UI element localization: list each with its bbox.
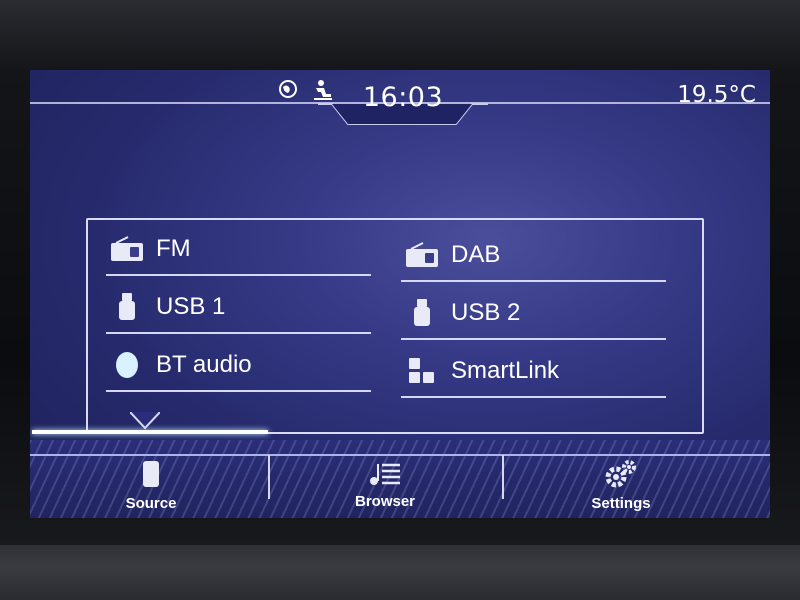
usb-icon	[110, 292, 144, 322]
browser-icon	[368, 461, 402, 491]
source-panel: FM DAB USB 1 USB 2 BT audio SmartLink	[86, 218, 704, 434]
menu-label: Settings	[591, 494, 651, 512]
usb-icon	[405, 298, 439, 328]
source-label: DAB	[451, 241, 501, 268]
gear-icon	[604, 459, 638, 493]
source-dab[interactable]: DAB	[401, 230, 666, 282]
source-usb-2[interactable]: USB 2	[401, 288, 666, 340]
source-smartlink[interactable]: SmartLink	[401, 346, 666, 398]
smartlink-icon	[405, 356, 439, 386]
radio-icon	[110, 234, 144, 264]
active-tab-indicator	[32, 430, 268, 434]
source-icon	[140, 459, 162, 493]
bluetooth-icon	[110, 350, 144, 380]
menu-source-button[interactable]: Source	[36, 455, 266, 515]
infotainment-screen: 16:03 19.5°C FM DAB USB 1 USB 2 BT audio…	[30, 70, 770, 518]
menu-label: Source	[125, 494, 177, 512]
source-bt-audio[interactable]: BT audio	[106, 340, 371, 392]
source-label: USB 2	[451, 299, 521, 326]
device-bezel-bottom	[0, 545, 800, 600]
person-icon	[312, 79, 332, 100]
menu-browser-button[interactable]: Browser	[270, 455, 500, 515]
radio-icon	[405, 240, 439, 270]
source-label: SmartLink	[451, 357, 560, 384]
menu-label: Browser	[354, 492, 416, 510]
source-label: USB 1	[156, 293, 226, 320]
menu-separator	[502, 455, 504, 499]
source-fm[interactable]: FM	[106, 224, 371, 276]
menu-settings-button[interactable]: Settings	[506, 455, 736, 515]
source-usb-1[interactable]: USB 1	[106, 282, 371, 334]
source-label: FM	[156, 235, 191, 262]
source-label: BT audio	[156, 351, 252, 378]
clock: 16:03	[362, 82, 444, 113]
globe-icon	[278, 79, 298, 99]
outside-temperature: 19.5°C	[677, 82, 756, 108]
